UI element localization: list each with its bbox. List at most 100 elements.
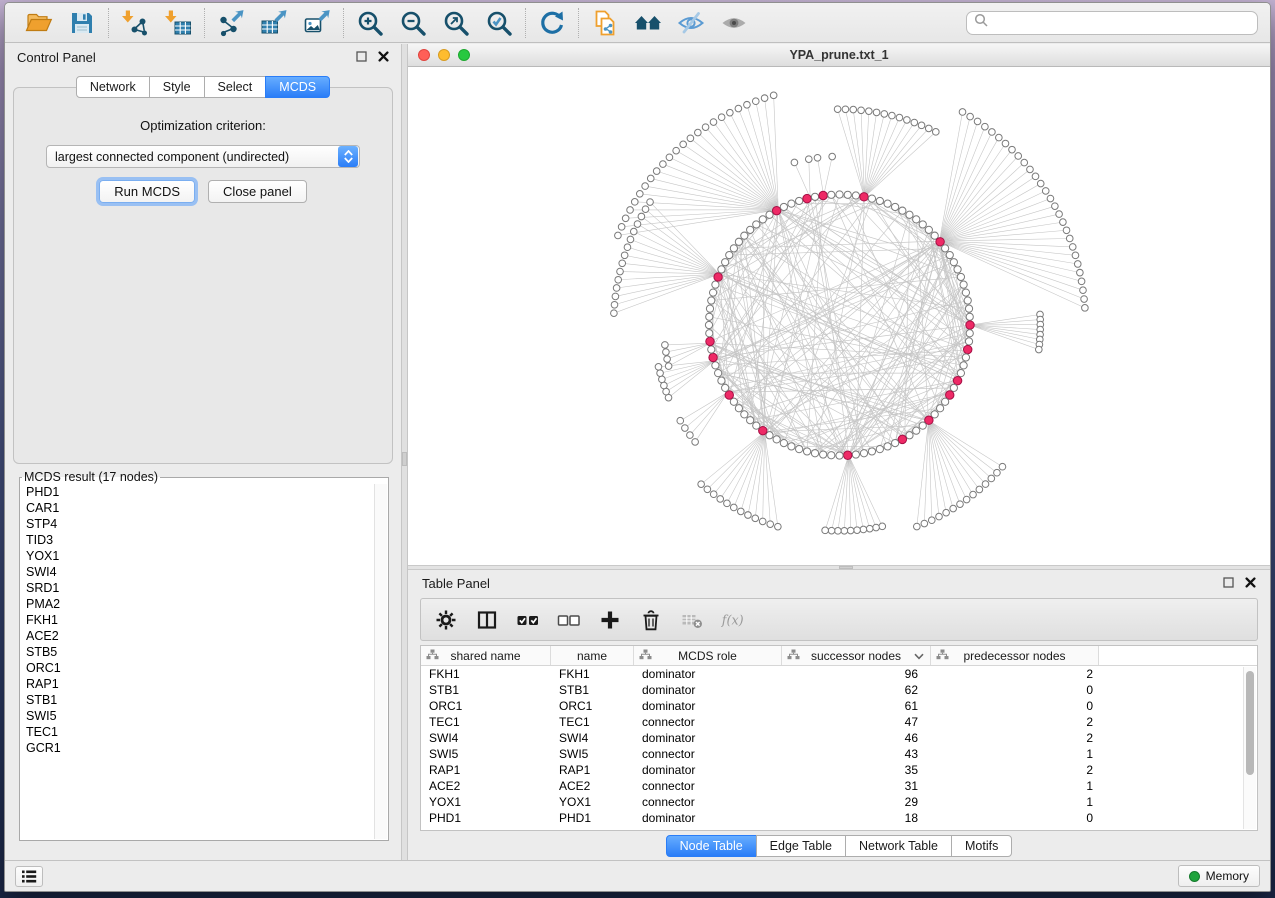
tab-node-table[interactable]: Node Table (666, 835, 757, 857)
delete-table-icon[interactable] (680, 608, 704, 632)
mcds-result-item[interactable]: PMA2 (21, 596, 374, 612)
control-panel-tabs: NetworkStyleSelectMCDS (5, 76, 401, 98)
sort-desc-icon[interactable] (914, 649, 924, 663)
close-table-panel-icon[interactable] (1245, 576, 1256, 591)
zoom-out-icon[interactable] (398, 8, 428, 38)
mcds-result-item[interactable]: PHD1 (21, 484, 374, 500)
search-box[interactable] (966, 11, 1258, 35)
mcds-result-item[interactable]: SRD1 (21, 580, 374, 596)
cell-name: SWI5 (551, 746, 634, 762)
hide-graphics-icon[interactable] (676, 8, 706, 38)
column-header-shared-name[interactable]: shared name (421, 646, 551, 665)
network-canvas[interactable] (408, 67, 1270, 565)
open-file-icon[interactable] (24, 8, 54, 38)
column-header-MCDS-role[interactable]: MCDS role (634, 646, 782, 665)
column-label: MCDS role (678, 649, 737, 663)
export-image-icon[interactable] (302, 8, 332, 38)
mcds-result-item[interactable]: TEC1 (21, 724, 374, 740)
table-options-icon[interactable] (434, 608, 458, 632)
cell-predecessor_nodes: 0 (931, 698, 1099, 714)
table-row-SWI5[interactable]: SWI5SWI5connector431 (421, 746, 1257, 762)
cell-name: FKH1 (551, 666, 634, 682)
network-graph[interactable] (408, 67, 1270, 565)
mcds-result-item[interactable]: STB5 (21, 644, 374, 660)
table-row-ACE2[interactable]: ACE2ACE2connector311 (421, 778, 1257, 794)
zoom-in-icon[interactable] (355, 8, 385, 38)
optimization-criterion-dropdown[interactable]: largest connected component (undirected) (46, 145, 360, 168)
task-history-button[interactable] (15, 866, 43, 887)
close-panel-icon[interactable] (378, 50, 389, 65)
mcds-result-item[interactable]: STB1 (21, 692, 374, 708)
add-row-icon[interactable] (598, 608, 622, 632)
cell-successor_nodes: 29 (782, 794, 931, 810)
zoom-fit-icon[interactable] (441, 8, 471, 38)
export-table-icon[interactable] (259, 8, 289, 38)
mcds-result-item[interactable]: STP4 (21, 516, 374, 532)
mcds-list-scrollbar[interactable] (374, 484, 387, 839)
tab-network[interactable]: Network (76, 76, 150, 98)
save-session-icon[interactable] (67, 8, 97, 38)
delete-row-icon[interactable] (639, 608, 663, 632)
float-table-panel-icon[interactable] (1223, 576, 1234, 591)
copy-network-icon[interactable] (590, 8, 620, 38)
column-header-name[interactable]: name (551, 646, 634, 665)
refresh-view-icon[interactable] (537, 8, 567, 38)
cell-successor_nodes: 96 (782, 666, 931, 682)
deselect-all-icon[interactable] (557, 608, 581, 632)
mcds-result-item[interactable]: ACE2 (21, 628, 374, 644)
tab-network-table[interactable]: Network Table (845, 835, 952, 857)
table-row-SWI4[interactable]: SWI4SWI4dominator462 (421, 730, 1257, 746)
tab-mcds[interactable]: MCDS (265, 76, 330, 98)
table-row-STB1[interactable]: STB1STB1dominator620 (421, 682, 1257, 698)
zoom-window-icon[interactable] (458, 49, 470, 61)
table-row-FKH1[interactable]: FKH1FKH1dominator962 (421, 666, 1257, 682)
column-header-predecessor-nodes[interactable]: predecessor nodes (931, 646, 1099, 665)
column-header-successor-nodes[interactable]: successor nodes (782, 646, 931, 665)
mcds-result-list[interactable]: PHD1CAR1STP4TID3YOX1SWI4SRD1PMA2FKH1ACE2… (21, 484, 374, 839)
function-builder-icon[interactable]: f(x) (721, 608, 745, 632)
search-input[interactable] (993, 16, 1250, 30)
run-mcds-button[interactable]: Run MCDS (99, 180, 195, 203)
vertical-splitter[interactable] (401, 44, 408, 860)
tab-edge-table[interactable]: Edge Table (756, 835, 846, 857)
close-window-icon[interactable] (418, 49, 430, 61)
first-neighbors-icon[interactable] (633, 8, 663, 38)
tab-style[interactable]: Style (149, 76, 205, 98)
cell-empty (1099, 714, 1257, 730)
table-row-ORC1[interactable]: ORC1ORC1dominator610 (421, 698, 1257, 714)
mcds-result-item[interactable]: SWI4 (21, 564, 374, 580)
cell-shared_name: PHD1 (421, 810, 551, 826)
mcds-result-item[interactable]: FKH1 (21, 612, 374, 628)
table-body: FKH1FKH1dominator962STB1STB1dominator620… (421, 666, 1257, 826)
tab-motifs[interactable]: Motifs (951, 835, 1012, 857)
tab-select[interactable]: Select (204, 76, 267, 98)
zoom-selected-icon[interactable] (484, 8, 514, 38)
minimize-window-icon[interactable] (438, 49, 450, 61)
import-network-icon[interactable] (120, 8, 150, 38)
close-panel-button[interactable]: Close panel (208, 180, 307, 203)
cell-shared_name: YOX1 (421, 794, 551, 810)
table-row-YOX1[interactable]: YOX1YOX1connector291 (421, 794, 1257, 810)
mcds-result-item[interactable]: SWI5 (21, 708, 374, 724)
table-row-RAP1[interactable]: RAP1RAP1dominator352 (421, 762, 1257, 778)
float-panel-icon[interactable] (356, 50, 367, 65)
cell-empty (1099, 666, 1257, 682)
network-window-titlebar[interactable]: YPA_prune.txt_1 (408, 44, 1270, 67)
import-table-icon[interactable] (163, 8, 193, 38)
memory-button[interactable]: Memory (1178, 865, 1260, 887)
show-columns-icon[interactable] (475, 608, 499, 632)
mcds-result-item[interactable]: TID3 (21, 532, 374, 548)
table-row-TEC1[interactable]: TEC1TEC1connector472 (421, 714, 1257, 730)
mcds-result-item[interactable]: YOX1 (21, 548, 374, 564)
mcds-result-item[interactable]: GCR1 (21, 740, 374, 756)
mcds-result-item[interactable]: RAP1 (21, 676, 374, 692)
show-graphics-icon[interactable] (719, 8, 749, 38)
table-scrollbar[interactable] (1243, 667, 1256, 829)
table-scrollbar-thumb[interactable] (1246, 671, 1254, 775)
select-all-icon[interactable] (516, 608, 540, 632)
export-network-icon[interactable] (216, 8, 246, 38)
mcds-result-item[interactable]: CAR1 (21, 500, 374, 516)
cell-name: ACE2 (551, 778, 634, 794)
table-row-PHD1[interactable]: PHD1PHD1dominator180 (421, 810, 1257, 826)
mcds-result-item[interactable]: ORC1 (21, 660, 374, 676)
